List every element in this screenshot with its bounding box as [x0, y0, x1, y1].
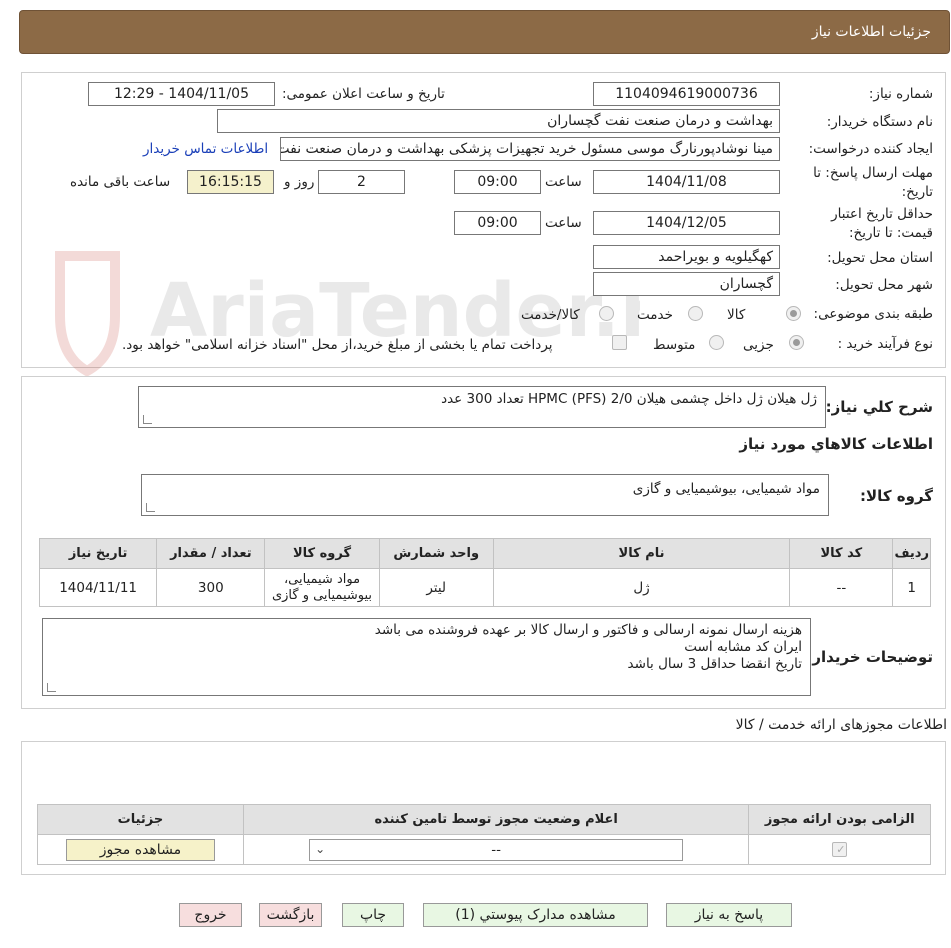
col-goods-code: کد کالا — [789, 538, 894, 569]
buyer-note-line: ایران کد مشابه است — [684, 639, 802, 655]
deadline-label: مهلت ارسال پاسخ: تا تاریخ: — [813, 165, 933, 200]
province-label: استان محل تحویل: — [827, 250, 933, 266]
resize-grip-icon[interactable] — [146, 503, 155, 512]
cell-need-date: 1404/11/11 — [38, 568, 158, 607]
process-label: نوع فرآیند خرید : — [837, 336, 933, 352]
days-field: 2 — [318, 170, 405, 194]
cell-permit-details: مشاهده مجوز — [37, 834, 244, 865]
permit-status-value: -- — [491, 841, 502, 858]
resize-grip-icon[interactable] — [47, 683, 56, 692]
col-need-date: تاريخ نياز — [38, 538, 158, 569]
validity-time-field: 09:00 — [454, 211, 541, 235]
buyer-note-line: هزینه ارسال نمونه ارسالی و فاکتور و ارسا… — [374, 622, 802, 638]
announce-field: 1404/11/05 - 12:29 — [88, 82, 275, 106]
table-row: ✓ -- ⌄ مشاهده مجوز — [37, 834, 931, 865]
exit-button[interactable]: خروج — [179, 903, 242, 927]
permits-table: الزامی بودن ارائه مجوز اعلام وضعیت مجوز … — [37, 804, 931, 865]
treasury-note: پرداخت تمام یا بخشی از مبلغ خرید،از محل … — [122, 337, 553, 353]
col-permit-status: اعلام وضعیت مجوز توسط تامین کننده — [242, 804, 750, 835]
process-radio-minor[interactable] — [789, 335, 804, 350]
need-number-field: 1104094619000736 — [593, 82, 780, 106]
cell-goods-name: ژل — [492, 568, 791, 607]
resize-grip-icon[interactable] — [143, 415, 152, 424]
cell-permit-required: ✓ — [748, 834, 931, 865]
contact-buyer-link[interactable]: اطلاعات تماس خریدار — [143, 141, 268, 157]
category-option-goods: کالا — [727, 307, 746, 323]
table-row: 1 -- ژل لیتر مواد شیمیایی، بیوشیمیایی و … — [38, 568, 931, 607]
goods-group-text: مواد شیمیایی، بیوشیمیایی و گازی — [632, 481, 820, 497]
category-option-service: خدمت — [637, 307, 673, 323]
announce-label: تاریخ و ساعت اعلان عمومی: — [282, 86, 445, 102]
deadline-date-field: 1404/11/08 — [593, 170, 780, 194]
city-field: گچساران — [593, 272, 780, 296]
permit-status-select[interactable]: -- ⌄ — [309, 838, 684, 861]
chevron-down-icon: ⌄ — [315, 841, 326, 856]
goods-group-field[interactable]: مواد شیمیایی، بیوشیمیایی و گازی — [141, 474, 829, 516]
deadline-time-label: ساعت — [545, 174, 582, 190]
col-row-number: رديف — [892, 538, 931, 569]
goods-table: رديف کد کالا نام کالا واحد شمارش گروه کا… — [38, 538, 931, 607]
buyer-notes-field[interactable]: هزینه ارسال نمونه ارسالی و فاکتور و ارسا… — [42, 618, 811, 696]
cell-permit-status: -- ⌄ — [242, 834, 750, 865]
buyer-org-label: نام دستگاه خریدار: — [826, 114, 933, 130]
category-radio-goods[interactable] — [786, 306, 801, 321]
buyer-note-line: تاریخ انقضا حداقل 3 سال باشد — [627, 656, 802, 672]
print-button[interactable]: چاپ — [342, 903, 404, 927]
col-goods-group: گروه کالا — [264, 538, 380, 569]
cell-row-number: 1 — [892, 568, 931, 607]
permit-required-checkbox[interactable]: ✓ — [832, 842, 848, 857]
remaining-time-field: 16:15:15 — [187, 170, 274, 194]
buyer-notes-label: توضیحات خریدار: — [806, 648, 933, 666]
description-field[interactable]: ژل هیلان ژل داخل چشمی هیلان 2/0 HPMC (PF… — [138, 386, 826, 428]
remaining-label: ساعت باقی مانده — [70, 174, 171, 190]
col-goods-name: نام کالا — [492, 538, 791, 569]
process-radio-medium[interactable] — [709, 335, 724, 350]
goods-group-label: گروه کالا: — [860, 487, 933, 505]
requester-field: مینا نوشادپورنارگ موسی مسئول خرید تجهیزا… — [280, 137, 780, 161]
permits-table-header: الزامی بودن ارائه مجوز اعلام وضعیت مجوز … — [37, 804, 931, 835]
category-option-goods-service: کالا/خدمت — [521, 307, 580, 323]
permits-title: اطلاعات مجوزهای ارائه خدمت / کالا — [735, 717, 947, 733]
need-number-label: شماره نیاز: — [868, 86, 933, 102]
page-header: جزئیات اطلاعات نیاز — [19, 10, 950, 54]
category-radio-service[interactable] — [688, 306, 703, 321]
check-icon: ✓ — [836, 843, 846, 856]
col-permit-details: جزئیات — [37, 804, 244, 835]
buyer-org-field: بهداشت و درمان صنعت نفت گچساران — [217, 109, 780, 133]
cell-unit: لیتر — [378, 568, 494, 607]
validity-label: حداقل تاریخ اعتبار قیمت: تا تاریخ: — [831, 206, 933, 241]
validity-time-label: ساعت — [545, 215, 582, 231]
goods-info-title: اطلاعات کالاهاي مورد نياز — [739, 435, 933, 453]
cell-goods-code: -- — [789, 568, 894, 607]
requester-label: ایجاد کننده درخواست: — [808, 141, 933, 157]
col-unit: واحد شمارش — [378, 538, 494, 569]
page-title: جزئیات اطلاعات نیاز — [811, 24, 931, 40]
days-label: روز و — [284, 174, 315, 190]
city-label: شهر محل تحویل: — [835, 277, 933, 293]
process-option-medium: متوسط — [653, 337, 696, 353]
cell-goods-group: مواد شیمیایی، بیوشیمیایی و گازی — [264, 568, 380, 607]
category-radio-goods-service[interactable] — [599, 306, 614, 321]
col-quantity: تعداد / مقدار — [156, 538, 266, 569]
goods-table-header: رديف کد کالا نام کالا واحد شمارش گروه کا… — [38, 538, 931, 569]
province-field: کهگیلویه و بویراحمد — [593, 245, 780, 269]
back-button[interactable]: بازگشت — [259, 903, 322, 927]
process-option-minor: جزیی — [743, 337, 774, 353]
description-text: ژل هیلان ژل داخل چشمی هیلان 2/0 HPMC (PF… — [441, 391, 817, 407]
deadline-time-field: 09:00 — [454, 170, 541, 194]
col-permit-required: الزامی بودن ارائه مجوز — [748, 804, 931, 835]
description-label: شرح کلي نياز: — [825, 398, 933, 416]
category-label: طبقه بندی موضوعی: — [813, 306, 933, 322]
validity-date-field: 1404/12/05 — [593, 211, 780, 235]
view-permit-button[interactable]: مشاهده مجوز — [65, 838, 215, 861]
treasury-checkbox[interactable] — [612, 335, 627, 350]
attachments-button[interactable]: مشاهده مدارک پیوستي (1) — [423, 903, 648, 927]
cell-quantity: 300 — [156, 568, 266, 607]
reply-button[interactable]: پاسخ به نیاز — [666, 903, 792, 927]
